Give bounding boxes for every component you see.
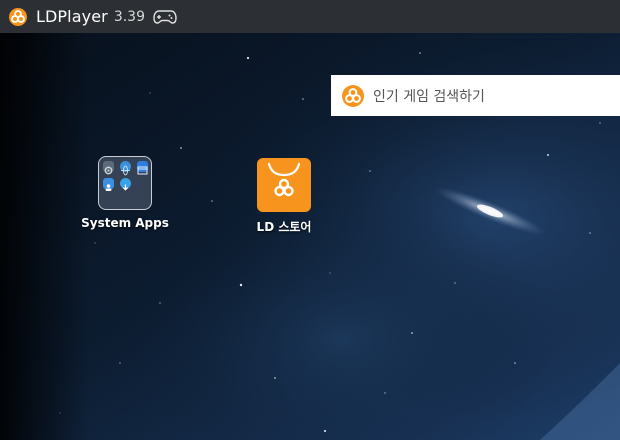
- desktop-icon-system-apps[interactable]: System Apps: [70, 156, 180, 230]
- desktop-icon-label: System Apps: [81, 216, 169, 230]
- ldplayer-window: LDPlayer 3.39 인기 게임 검색하기 System Apps LD …: [0, 0, 620, 440]
- ldplayer-logo-icon: [341, 84, 365, 108]
- ldplayer-logo-icon: [8, 7, 28, 27]
- folder-icon: [98, 156, 152, 210]
- title-bar: LDPlayer 3.39: [0, 0, 620, 33]
- game-search-box[interactable]: 인기 게임 검색하기: [331, 75, 620, 116]
- desktop-icon-ld-store[interactable]: LD 스토어: [229, 158, 339, 235]
- desktop: 인기 게임 검색하기 System Apps LD 스토어: [0, 33, 620, 440]
- desktop-icon-label: LD 스토어: [256, 220, 312, 234]
- search-placeholder: 인기 게임 검색하기: [373, 88, 485, 105]
- app-name: LDPlayer: [36, 7, 108, 26]
- gamepad-icon[interactable]: [153, 9, 177, 25]
- ld-store-icon: [257, 158, 311, 212]
- app-version: 3.39: [113, 9, 145, 25]
